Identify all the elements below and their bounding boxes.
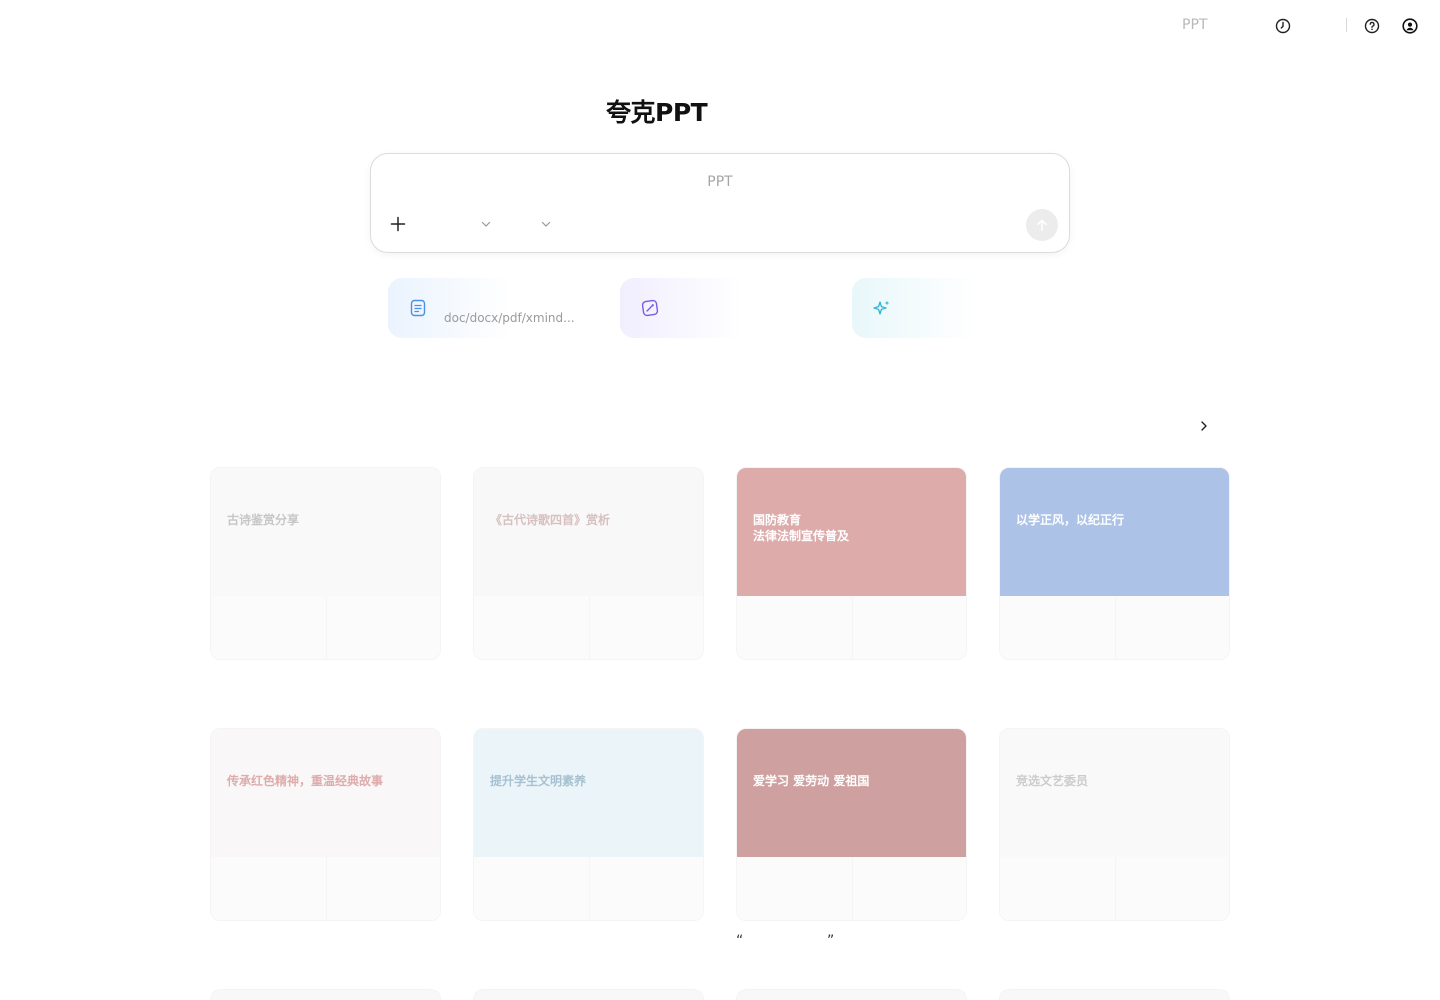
chevron-down-icon[interactable]	[480, 218, 492, 230]
template-preview-pages	[474, 596, 703, 659]
template-thumbnail: 以学正风，以纪正行	[1000, 468, 1229, 596]
template-title: 《古代诗歌四首》赏析	[490, 513, 611, 527]
template-card[interactable]: 提升学生文明素养	[473, 728, 704, 921]
top-ppt-link[interactable]: PPT	[1182, 17, 1207, 33]
template-preview-pages	[737, 857, 966, 920]
send-button[interactable]	[1026, 209, 1058, 241]
template-card[interactable]: 竞选文艺委员	[999, 728, 1230, 921]
history-icon[interactable]	[1274, 17, 1292, 35]
template-card[interactable]: 国防教育 法律法制宣传普及	[736, 467, 967, 660]
template-thumbnail: 传承红色精神，重温经典故事	[211, 729, 440, 857]
chevron-right-icon[interactable]	[1197, 419, 1211, 433]
document-icon	[410, 299, 426, 317]
template-thumbnail: 提升学生文明素养	[474, 729, 703, 857]
feature-card-edit[interactable]	[620, 278, 820, 338]
template-preview-pages	[1000, 857, 1229, 920]
template-card[interactable]	[736, 989, 967, 1000]
template-card[interactable]	[210, 989, 441, 1000]
template-thumbnail: 爱学习 爱劳动 爱祖国	[737, 729, 966, 857]
template-title: 提升学生文明素养	[490, 774, 587, 788]
template-thumbnail: 古诗鉴赏分享	[211, 468, 440, 596]
top-bar: PPT	[0, 0, 1440, 52]
template-card[interactable]	[473, 989, 704, 1000]
template-thumbnail: 《古代诗歌四首》赏析	[474, 468, 703, 596]
topbar-divider	[1346, 18, 1347, 32]
template-title: 以学正风，以纪正行	[1016, 513, 1125, 527]
template-title: 传承红色精神，重温经典故事	[227, 774, 384, 788]
prompt-input[interactable]: PPT	[371, 174, 1069, 190]
template-card[interactable]: 以学正风，以纪正行	[999, 467, 1230, 660]
quote-line: “ ”	[736, 933, 834, 949]
template-preview-pages	[1000, 596, 1229, 659]
feature-card-generate[interactable]	[852, 278, 1052, 338]
chevron-down-icon[interactable]	[540, 218, 552, 230]
template-title: 国防教育 法律法制宣传普及	[753, 513, 850, 543]
template-preview-pages	[211, 857, 440, 920]
edit-icon	[641, 299, 659, 317]
prompt-box[interactable]: PPT	[370, 153, 1070, 253]
plus-icon[interactable]	[388, 214, 408, 234]
template-title: 古诗鉴赏分享	[227, 513, 300, 527]
quote-close: ”	[827, 933, 835, 949]
template-card[interactable]: 传承红色精神，重温经典故事	[210, 728, 441, 921]
sparkle-icon	[873, 300, 890, 315]
template-card[interactable]	[999, 989, 1230, 1000]
feature-card-upload[interactable]: doc/docx/pdf/xmind...	[388, 278, 588, 338]
template-card[interactable]: 《古代诗歌四首》赏析	[473, 467, 704, 660]
template-title: 竞选文艺委员	[1016, 774, 1089, 788]
quote-open: “	[736, 933, 744, 949]
template-preview-pages	[211, 596, 440, 659]
template-preview-pages	[474, 857, 703, 920]
template-card[interactable]: 古诗鉴赏分享	[210, 467, 441, 660]
feature-upload-subtitle: doc/docx/pdf/xmind...	[444, 311, 575, 325]
template-thumbnail: 国防教育 法律法制宣传普及	[737, 468, 966, 596]
user-icon[interactable]	[1401, 17, 1419, 35]
template-preview-pages	[737, 596, 966, 659]
page-title: 夸克PPT	[606, 98, 708, 127]
template-title: 爱学习 爱劳动 爱祖国	[753, 774, 870, 788]
help-icon[interactable]	[1363, 17, 1381, 35]
template-thumbnail: 竞选文艺委员	[1000, 729, 1229, 857]
template-card[interactable]: 爱学习 爱劳动 爱祖国	[736, 728, 967, 921]
arrow-up-icon	[1037, 219, 1047, 231]
